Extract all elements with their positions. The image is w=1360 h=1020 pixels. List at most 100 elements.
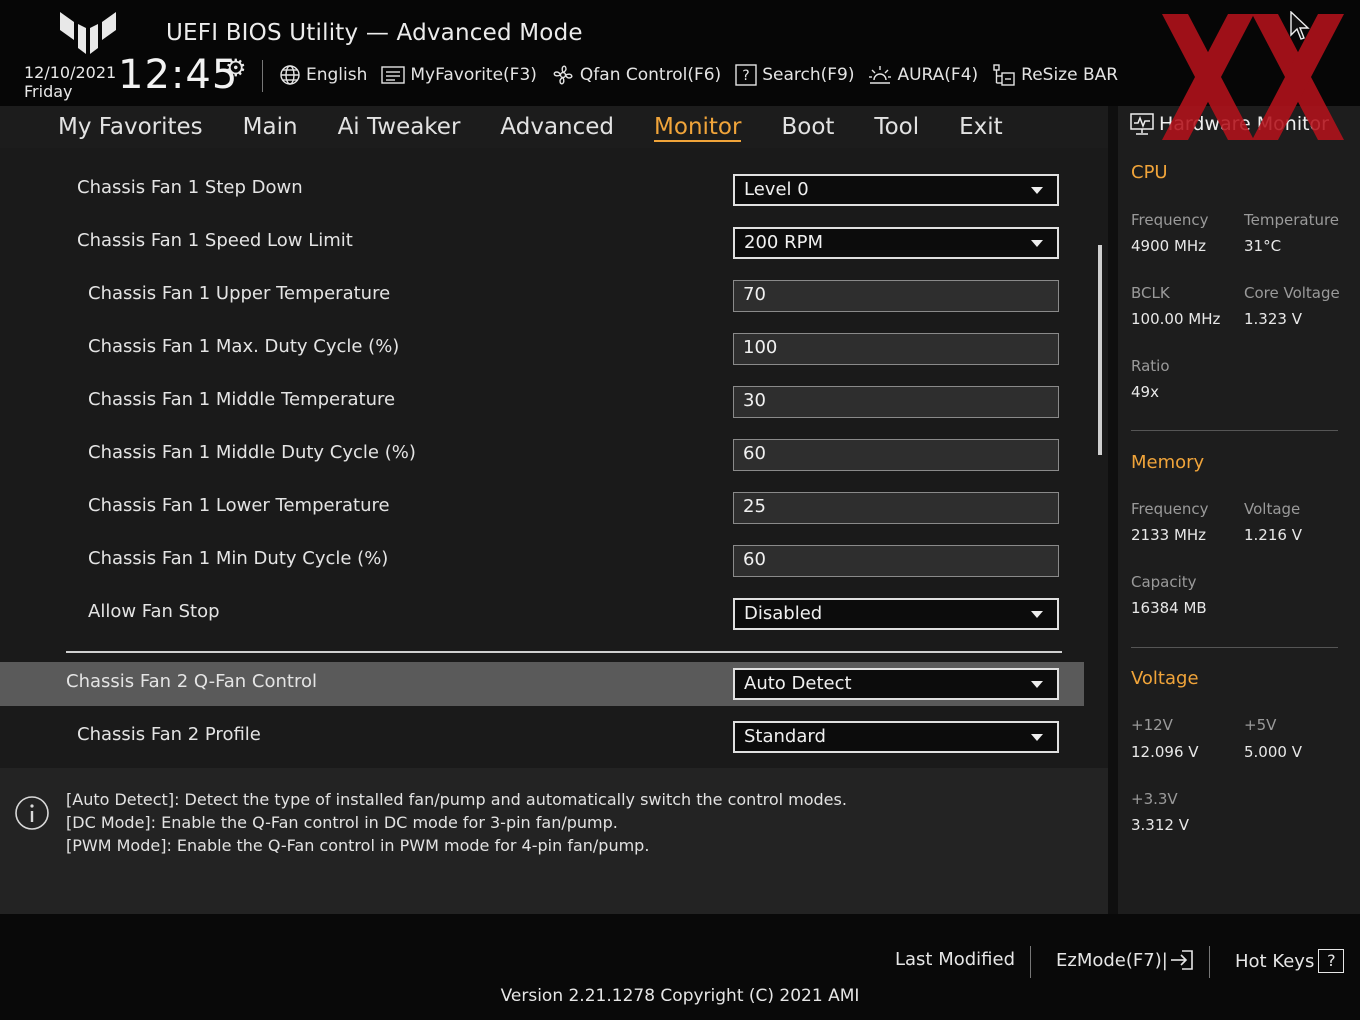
setting-dropdown[interactable]: Level 0 <box>733 174 1059 206</box>
tab-ai-tweaker[interactable]: Ai Tweaker <box>338 106 461 141</box>
language-button[interactable]: English <box>279 64 367 86</box>
tab-advanced[interactable]: Advanced <box>500 106 614 141</box>
clock-settings-gear-icon[interactable]: ⚙ <box>225 54 247 82</box>
toolbar: English MyFavorite(F3) Qfan Control(F6) … <box>279 62 1132 88</box>
tab-boot[interactable]: Boot <box>781 106 834 141</box>
ratio-value: 49x <box>1131 383 1159 401</box>
setting-label: Chassis Fan 1 Step Down <box>77 177 303 198</box>
setting-row[interactable]: Chassis Fan 1 Middle Temperature 30 <box>0 380 1084 424</box>
watermark-logo-icon <box>1162 14 1344 140</box>
globe-icon <box>280 65 300 85</box>
setting-label: Chassis Fan 2 Q-Fan Control <box>66 671 317 692</box>
cpu-temperature-label: Temperature <box>1244 211 1340 229</box>
tab-exit[interactable]: Exit <box>959 106 1003 141</box>
dropdown-value: Standard <box>744 726 826 747</box>
setting-label: Chassis Fan 1 Min Duty Cycle (%) <box>88 548 389 569</box>
mouse-cursor-icon <box>1290 11 1310 40</box>
dropdown-arrow-icon <box>1031 681 1043 688</box>
cpu-frequency-label: Frequency <box>1131 211 1209 229</box>
setting-number-input[interactable]: 70 <box>733 280 1059 312</box>
version-text: Version 2.21.1278 Copyright (C) 2021 AMI <box>500 986 860 1006</box>
setting-dropdown[interactable]: Disabled <box>733 598 1059 630</box>
search-label: Search(F9) <box>762 65 855 85</box>
voltage-heading: Voltage <box>1131 668 1199 689</box>
memory-heading: Memory <box>1131 452 1205 473</box>
settings-scrollbar[interactable] <box>1098 245 1102 455</box>
search-button[interactable]: ? Search(F9) <box>735 64 854 86</box>
setting-dropdown[interactable]: Auto Detect <box>733 668 1059 700</box>
search-help-icon: ? <box>735 64 757 86</box>
setting-dropdown[interactable]: Standard <box>733 721 1059 753</box>
tuf-logo-icon <box>60 12 116 54</box>
ezmode-label: EzMode(F7)| <box>1056 949 1168 971</box>
memory-frequency-value: 2133 MHz <box>1131 526 1207 544</box>
clock-time: 12:45 <box>118 52 239 98</box>
aura-button[interactable]: AURA(F4) <box>868 64 978 86</box>
aura-icon <box>869 66 892 84</box>
setting-row[interactable]: Chassis Fan 2 Profile Standard <box>0 715 1084 759</box>
setting-label: Chassis Fan 1 Upper Temperature <box>88 283 391 304</box>
help-question-icon: ? <box>1318 949 1345 973</box>
ratio-label: Ratio <box>1131 357 1170 375</box>
cpu-temperature-value: 31°C <box>1244 237 1282 255</box>
number-value: 60 <box>743 549 766 570</box>
favorite-list-icon <box>381 66 406 84</box>
number-value: 60 <box>743 443 766 464</box>
qfan-control-label: Qfan Control(F6) <box>579 65 722 85</box>
setting-number-input[interactable]: 30 <box>733 386 1059 418</box>
v12-value: 12.096 V <box>1131 743 1199 761</box>
help-text-line: [DC Mode]: Enable the Q-Fan control in D… <box>66 813 618 832</box>
help-text-line: [PWM Mode]: Enable the Q-Fan control in … <box>66 836 650 855</box>
setting-row[interactable]: Chassis Fan 1 Lower Temperature 25 <box>0 486 1084 530</box>
setting-label: Chassis Fan 1 Speed Low Limit <box>77 230 353 251</box>
number-value: 70 <box>743 284 766 305</box>
memory-frequency-label: Frequency <box>1131 500 1209 518</box>
setting-row[interactable]: Chassis Fan 1 Upper Temperature 70 <box>0 274 1084 318</box>
v33-value: 3.312 V <box>1131 816 1189 834</box>
dropdown-arrow-icon <box>1031 187 1043 194</box>
last-modified-button[interactable]: Last Modified <box>895 949 1015 970</box>
setting-label: Chassis Fan 1 Middle Duty Cycle (%) <box>88 442 416 463</box>
myfavorite-label: MyFavorite(F3) <box>410 65 537 85</box>
myfavorite-button[interactable]: MyFavorite(F3) <box>381 65 537 85</box>
setting-label: Chassis Fan 1 Max. Duty Cycle (%) <box>88 336 400 357</box>
setting-number-input[interactable]: 100 <box>733 333 1059 365</box>
setting-number-input[interactable]: 60 <box>733 439 1059 471</box>
hot-keys-button[interactable]: Hot Keys ? <box>1235 949 1345 973</box>
language-label: English <box>306 65 368 85</box>
setting-row[interactable]: Chassis Fan 1 Max. Duty Cycle (%) 100 <box>0 327 1084 371</box>
footer-divider <box>1030 946 1031 978</box>
help-text-line: [Auto Detect]: Detect the type of instal… <box>66 790 847 809</box>
tab-tool[interactable]: Tool <box>874 106 919 141</box>
tab-monitor[interactable]: Monitor <box>654 106 742 142</box>
v5-label: +5V <box>1244 716 1277 734</box>
core-voltage-value: 1.323 V <box>1244 310 1302 328</box>
resize-bar-icon <box>993 64 1015 86</box>
setting-row[interactable]: Chassis Fan 1 Speed Low Limit 200 RPM <box>0 221 1084 265</box>
setting-label: Chassis Fan 1 Middle Temperature <box>88 389 396 410</box>
number-value: 100 <box>743 337 778 358</box>
dropdown-value: Level 0 <box>744 179 809 200</box>
setting-row[interactable]: Chassis Fan 1 Middle Duty Cycle (%) 60 <box>0 433 1084 477</box>
setting-row[interactable]: Chassis Fan 1 Min Duty Cycle (%) 60 <box>0 539 1084 583</box>
header-divider <box>262 60 263 92</box>
core-voltage-label: Core Voltage <box>1244 284 1340 302</box>
setting-number-input[interactable]: 25 <box>733 492 1059 524</box>
setting-row-selected[interactable]: Chassis Fan 2 Q-Fan Control Auto Detect <box>0 662 1084 706</box>
setting-number-input[interactable]: 60 <box>733 545 1059 577</box>
setting-row[interactable]: Allow Fan Stop Disabled <box>0 592 1084 636</box>
ezmode-button[interactable]: EzMode(F7)| <box>1056 949 1194 971</box>
tab-main[interactable]: Main <box>243 106 298 141</box>
setting-dropdown[interactable]: 200 RPM <box>733 227 1059 259</box>
capacity-label: Capacity <box>1131 573 1197 591</box>
memory-voltage-label: Voltage <box>1244 500 1301 518</box>
setting-row[interactable]: Chassis Fan 1 Step Down Level 0 <box>0 168 1084 212</box>
info-icon <box>15 796 49 830</box>
footer-divider <box>1209 946 1210 978</box>
resize-bar-button[interactable]: ReSize BAR <box>992 63 1118 87</box>
qfan-control-button[interactable]: Qfan Control(F6) <box>551 63 721 87</box>
tab-my-favorites[interactable]: My Favorites <box>58 106 203 141</box>
capacity-value: 16384 MB <box>1131 599 1207 617</box>
help-panel: [Auto Detect]: Detect the type of instal… <box>0 768 1108 914</box>
settings-panel: Chassis Fan 1 Step Down Level 0 Chassis … <box>0 148 1108 768</box>
